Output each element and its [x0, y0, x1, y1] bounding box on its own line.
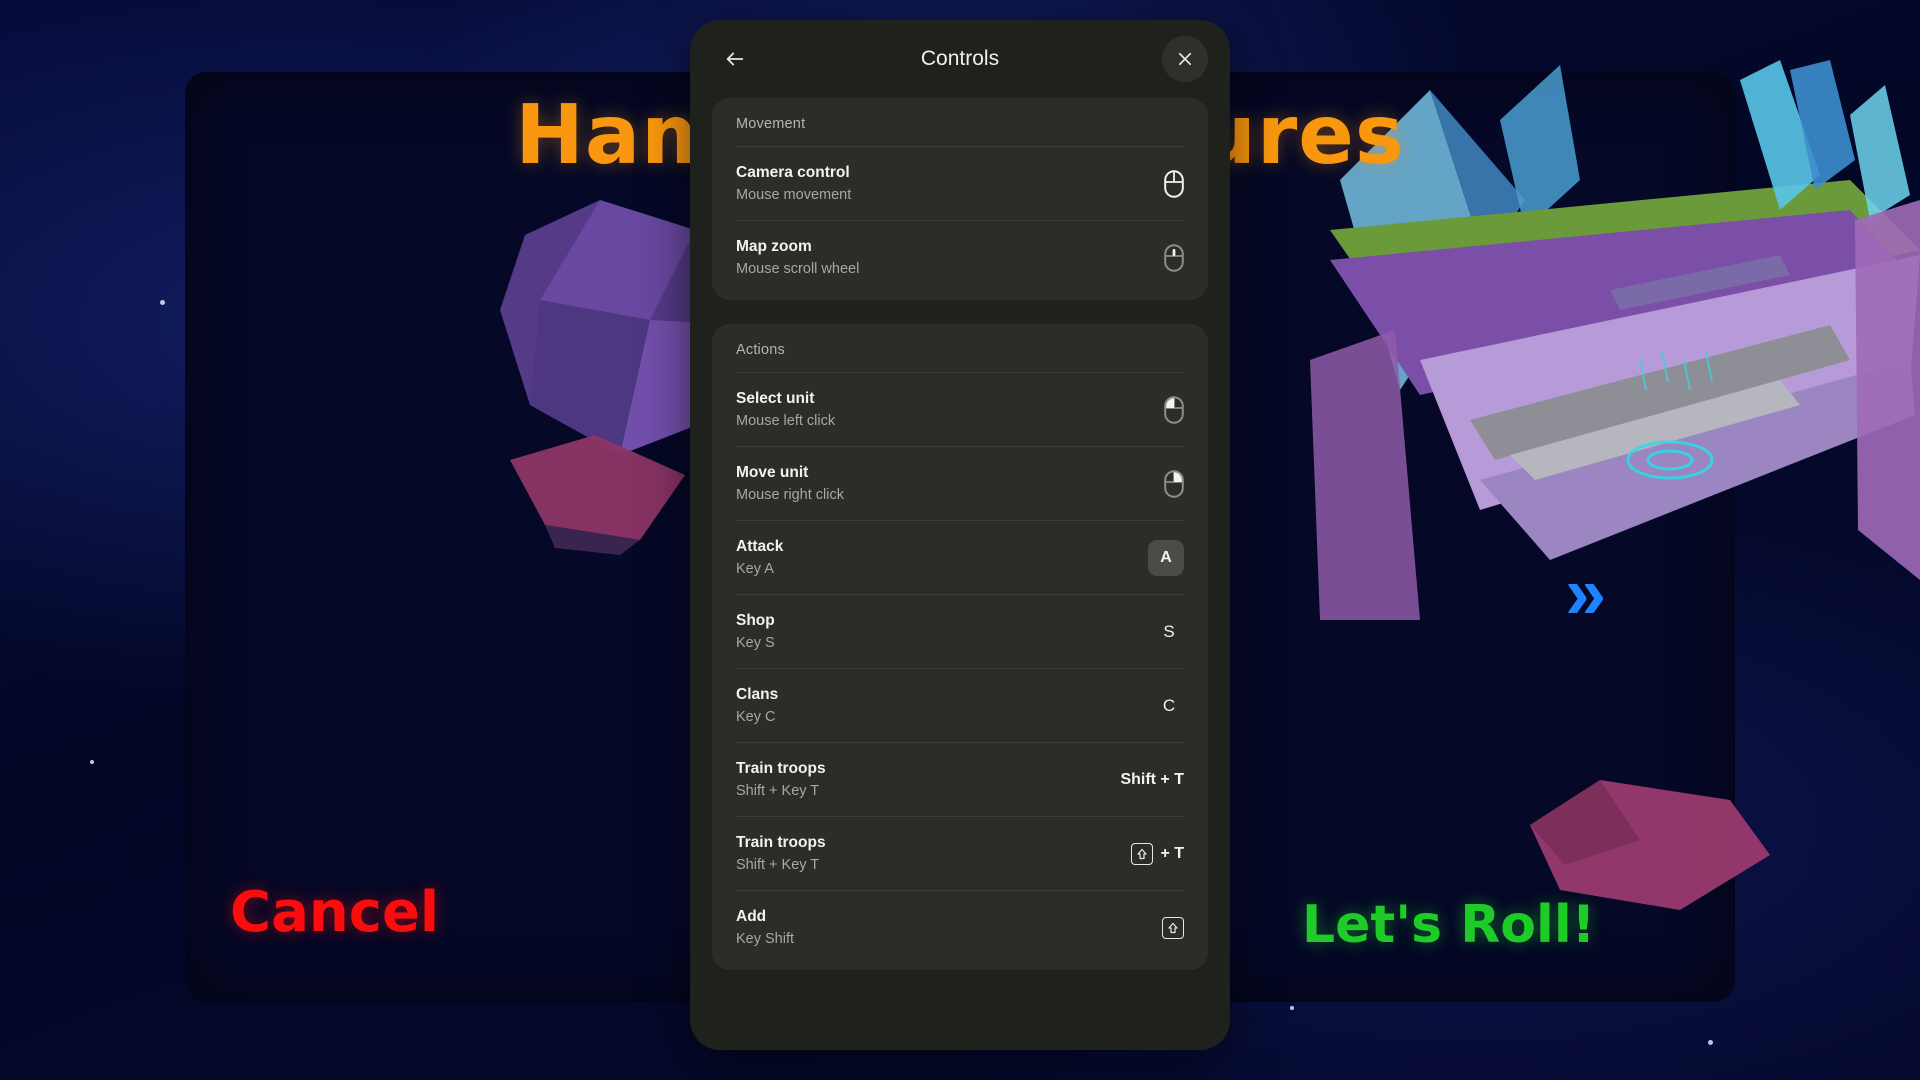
control-row-text: Select unit Mouse left click — [736, 390, 835, 429]
control-label: Train troops — [736, 834, 826, 851]
cancel-button[interactable]: Cancel — [230, 880, 439, 945]
control-sublabel: Key S — [736, 635, 775, 651]
mouse-right-click-icon — [1164, 469, 1184, 498]
control-row-text: Shop Key S — [736, 612, 775, 651]
section-title: Actions — [736, 342, 785, 358]
asteroid-shard-left — [510, 435, 685, 555]
control-binding[interactable] — [1164, 395, 1184, 424]
section-title: Movement — [736, 116, 806, 132]
control-row[interactable]: Shop Key S S — [736, 594, 1184, 668]
control-row-text: Camera control Mouse movement — [736, 164, 851, 203]
key-combo-text: + T — [1160, 844, 1184, 862]
control-binding[interactable] — [1162, 916, 1184, 939]
control-row-text: Attack Key A — [736, 538, 783, 577]
mouse-move-icon — [1164, 169, 1184, 198]
control-row[interactable]: Map zoom Mouse scroll wheel — [736, 220, 1184, 294]
section-actions: Actions Select unit Mouse left click Move … — [712, 324, 1208, 970]
key-letter: S — [1163, 621, 1175, 641]
control-row[interactable]: Train troops Shift + Key T Shift + T — [736, 742, 1184, 816]
control-label: Add — [736, 908, 767, 925]
control-binding[interactable] — [1164, 169, 1184, 198]
control-row[interactable]: Select unit Mouse left click — [736, 372, 1184, 446]
control-row-text: Clans Key C — [736, 686, 778, 725]
control-row-text: Move unit Mouse right click — [736, 464, 844, 503]
control-label: Clans — [736, 686, 779, 703]
control-sublabel: Shift + Key T — [736, 783, 820, 799]
close-button[interactable] — [1162, 36, 1208, 82]
control-row[interactable]: Attack Key A A — [736, 520, 1184, 594]
control-row-text: Add Key Shift — [736, 908, 794, 947]
control-sublabel: Mouse movement — [736, 187, 852, 203]
control-binding[interactable] — [1164, 243, 1184, 272]
mouse-scroll-icon — [1164, 243, 1184, 272]
control-label: Camera control — [736, 164, 850, 181]
control-binding[interactable]: Shift + T — [1120, 771, 1184, 789]
control-binding[interactable]: A — [1148, 539, 1184, 576]
control-binding[interactable]: C — [1154, 696, 1184, 716]
control-label: Select unit — [736, 390, 815, 407]
control-label: Attack — [736, 538, 784, 555]
control-sublabel: Key C — [736, 709, 776, 725]
control-row-text: Train troops Shift + Key T — [736, 760, 826, 799]
arrow-left-icon — [726, 52, 744, 66]
control-label: Map zoom — [736, 238, 812, 255]
control-row[interactable]: Clans Key C C — [736, 668, 1184, 742]
control-sublabel: Mouse right click — [736, 487, 844, 503]
control-row[interactable]: Camera control Mouse movement — [736, 146, 1184, 220]
control-binding[interactable] — [1164, 469, 1184, 498]
key-combo-text: Shift + T — [1120, 770, 1184, 788]
control-sublabel: Key Shift — [736, 931, 795, 947]
back-button[interactable] — [712, 36, 758, 82]
control-row-text: Train troops Shift + Key T — [736, 834, 826, 873]
dialog-body: Movement Camera control Mouse movement Map… — [690, 98, 1230, 1050]
control-binding[interactable]: + T — [1131, 842, 1184, 865]
control-sublabel: Key A — [736, 561, 774, 577]
advance-chevrons-icon[interactable]: » — [1565, 556, 1606, 630]
control-row[interactable]: Add Key Shift — [736, 890, 1184, 964]
control-sublabel: Mouse left click — [736, 413, 836, 429]
shift-key-icon — [1131, 842, 1154, 865]
controls-dialog: Controls Movement Camera control Mouse mov… — [690, 20, 1230, 1050]
control-label: Move unit — [736, 464, 809, 481]
shift-key-icon — [1162, 916, 1184, 939]
key-chip: A — [1148, 539, 1184, 576]
control-binding[interactable]: S — [1154, 622, 1184, 642]
dialog-title: Controls — [920, 47, 1000, 70]
section-movement: Movement Camera control Mouse movement Map… — [712, 98, 1208, 300]
mouse-left-click-icon — [1164, 395, 1184, 424]
dialog-header: Controls — [690, 20, 1230, 98]
key-letter: C — [1162, 695, 1176, 715]
control-label: Train troops — [736, 760, 826, 777]
control-row[interactable]: Move unit Mouse right click — [736, 446, 1184, 520]
control-sublabel: Mouse scroll wheel — [736, 261, 860, 277]
control-row-text: Map zoom Mouse scroll wheel — [736, 238, 859, 277]
close-icon — [1178, 52, 1192, 66]
lets-roll-button[interactable]: Let's Roll! — [1302, 895, 1595, 955]
control-sublabel: Shift + Key T — [736, 857, 820, 873]
control-label: Shop — [736, 612, 775, 629]
control-row[interactable]: Train troops Shift + Key T + T — [736, 816, 1184, 890]
